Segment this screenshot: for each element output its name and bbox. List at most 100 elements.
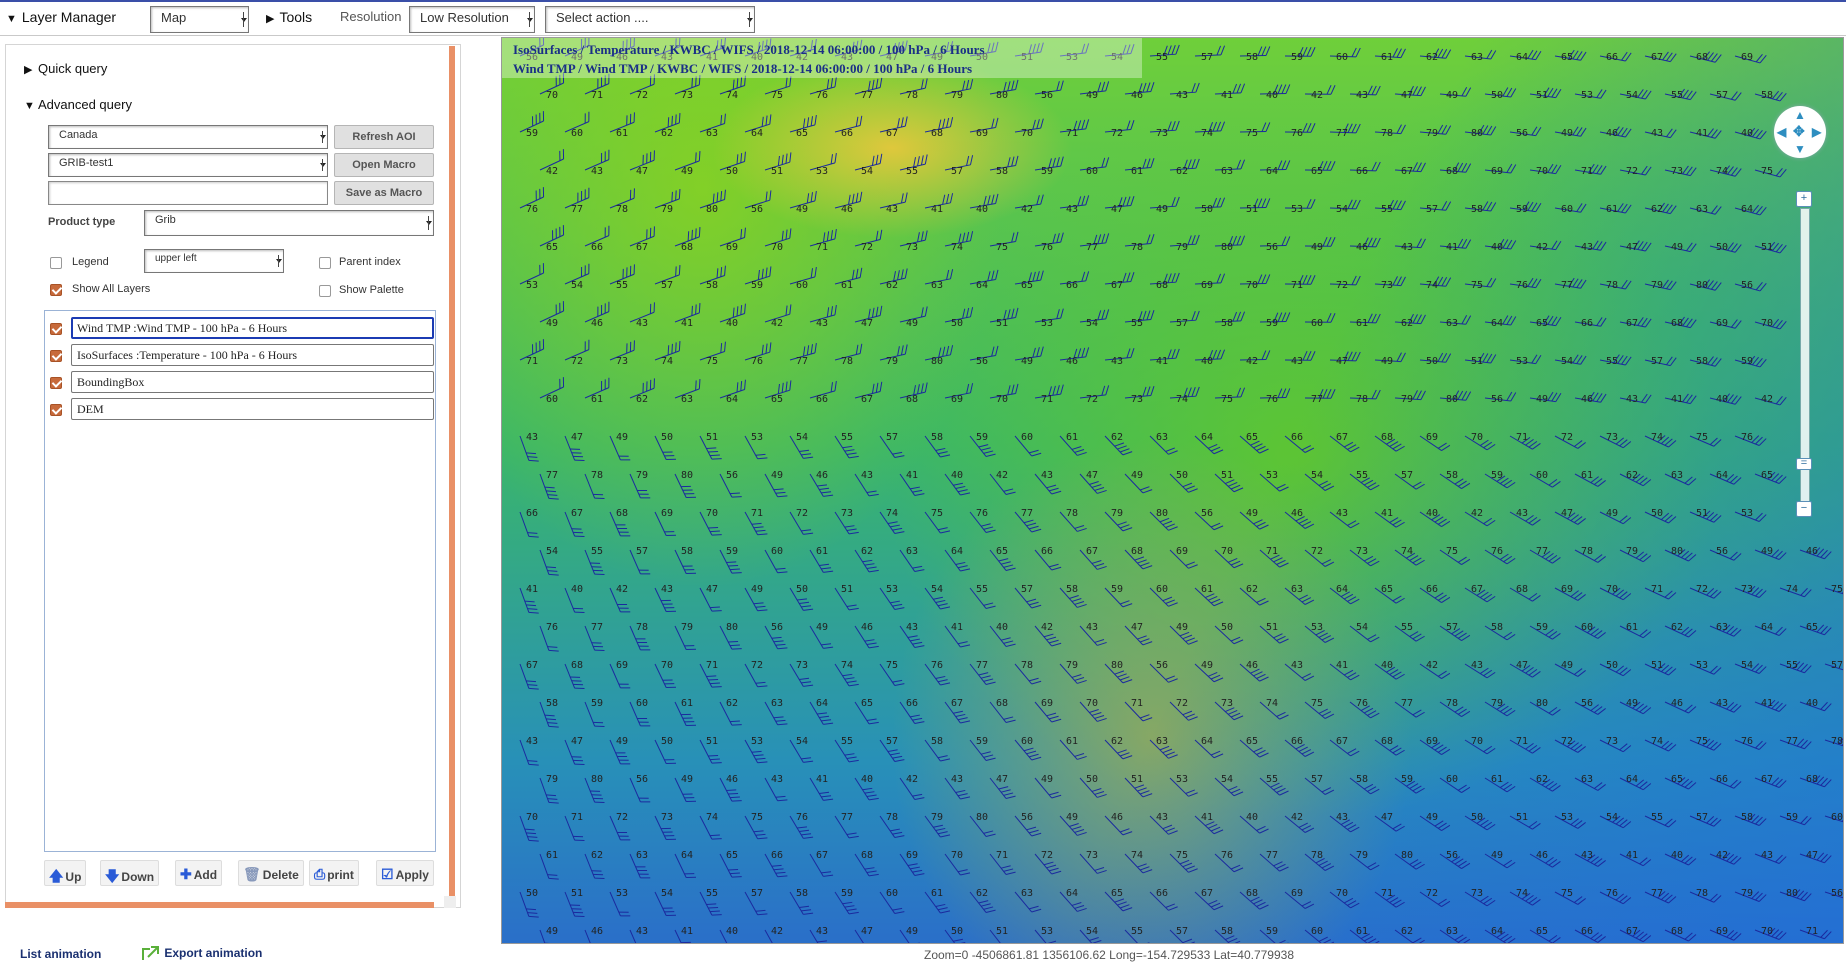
wind-speed-label: 61 <box>1581 470 1593 481</box>
legend-position-value: upper left <box>155 253 197 264</box>
wind-speed-label: 49 <box>1561 128 1573 139</box>
wind-speed-label: 79 <box>636 470 648 481</box>
layer-item-dem[interactable]: DEM <box>71 398 434 420</box>
wind-speed-label: 53 <box>1516 356 1528 367</box>
pan-up-icon[interactable]: ▲ <box>1794 108 1806 122</box>
zoom-out-icon[interactable]: − <box>1796 501 1812 517</box>
delete-button[interactable]: 🗑 Delete <box>238 860 304 886</box>
wind-speed-label: 56 <box>1516 128 1528 139</box>
wind-speed-label: 43 <box>1581 850 1593 861</box>
triangle-right-icon: ▶ <box>24 64 33 76</box>
advanced-query-label: Advanced query <box>38 97 132 112</box>
show-palette-checkbox[interactable] <box>319 285 331 297</box>
layer-checkbox[interactable] <box>50 350 62 362</box>
legend-checkbox[interactable] <box>50 257 62 269</box>
wind-speed-label: 57 <box>1651 356 1663 367</box>
wind-speed-label: 74 <box>1266 698 1278 709</box>
wind-speed-label: 59 <box>976 736 988 747</box>
down-label: Down <box>121 870 155 884</box>
zoom-slider-handle[interactable]: = <box>1796 458 1812 470</box>
wind-speed-label: 64 <box>1516 52 1528 63</box>
wind-speed-label: 42 <box>1021 204 1033 215</box>
pan-down-icon[interactable]: ▼ <box>1794 142 1806 156</box>
refresh-aoi-button[interactable]: Refresh AOI <box>334 125 434 149</box>
product-type-select[interactable]: Grib <box>144 210 434 236</box>
wind-speed-label: 77 <box>1086 242 1098 253</box>
wind-speed-label: 64 <box>1266 166 1278 177</box>
wind-speed-label: 79 <box>1741 888 1753 899</box>
legend-position-select[interactable]: upper left <box>144 249 284 273</box>
wind-speed-label: 80 <box>681 470 693 481</box>
list-animation-link[interactable]: List animation <box>20 947 101 961</box>
wind-speed-label: 74 <box>1176 394 1188 405</box>
wind-speed-label: 78 <box>841 356 853 367</box>
wind-speed-label: 68 <box>1156 280 1168 291</box>
map-select[interactable]: Map <box>150 6 249 33</box>
wind-speed-label: 47 <box>1131 622 1143 633</box>
wind-speed-label: 75 <box>1831 584 1843 595</box>
wind-speed-label: 73 <box>1741 584 1753 595</box>
macro-select[interactable]: GRIB-test1 <box>48 153 328 177</box>
map-select-value: Map <box>161 10 187 25</box>
wind-speed-label: 76 <box>1491 546 1503 557</box>
layer-checkbox[interactable] <box>50 323 62 335</box>
add-button[interactable]: ✚ Add <box>175 860 223 886</box>
action-select[interactable]: Select action .... <box>545 6 755 33</box>
wind-speed-label: 72 <box>1086 394 1098 405</box>
resolution-select[interactable]: Low Resolution <box>409 6 535 33</box>
pan-icon: ✥ <box>1793 123 1805 139</box>
up-button[interactable]: 🡅 Up <box>44 860 87 886</box>
panel-vertical-scrollbar[interactable] <box>449 46 455 908</box>
pan-left-icon[interactable]: ◀ <box>1777 125 1786 139</box>
wind-speed-label: 74 <box>726 90 738 101</box>
advanced-query-toggle[interactable]: ▼ Advanced query <box>24 97 132 112</box>
wind-speed-label: 74 <box>951 242 963 253</box>
parent-index-checkbox[interactable] <box>319 257 331 269</box>
wind-speed-label: 61 <box>1356 926 1368 937</box>
wind-speed-label: 47 <box>996 774 1008 785</box>
wind-speed-label: 73 <box>1221 698 1233 709</box>
wind-speed-label: 70 <box>1761 926 1773 937</box>
open-macro-button[interactable]: Open Macro <box>334 153 434 177</box>
pan-right-icon[interactable]: ▶ <box>1812 125 1821 139</box>
wind-speed-label: 55 <box>1786 660 1798 671</box>
scrollbar-corner <box>444 896 456 908</box>
wind-barb-layer: 56 49 46 43 41 40 42 43 47 49 50 51 53 54 55 57 58 59 60 61… <box>519 38 1843 943</box>
layer-item-wind-tmp[interactable]: Wind TMP :Wind TMP - 100 hPa - 6 Hours <box>71 317 434 339</box>
layer-item-boundingbox[interactable]: BoundingBox <box>71 371 434 393</box>
wind-speed-label: 43 <box>526 736 538 747</box>
wind-speed-label: 58 <box>546 698 558 709</box>
pan-control[interactable]: ▲ ▼ ◀ ▶ ✥ <box>1774 106 1826 158</box>
layer-item-isosurfaces[interactable]: IsoSurfaces :Temperature - 100 hPa - 6 H… <box>71 344 434 366</box>
print-button[interactable]: ⎙ print <box>309 860 359 886</box>
layer-checkbox[interactable] <box>50 377 62 389</box>
apply-button[interactable]: ☑ Apply <box>376 860 434 886</box>
tools-toggle[interactable]: ▶ Tools <box>266 9 312 25</box>
map-view[interactable]: 56 49 46 43 41 40 42 43 47 49 50 51 53 54 55 57 58 59 60 61… <box>501 37 1844 944</box>
wind-speed-label: 66 <box>591 242 603 253</box>
wind-speed-label: 41 <box>1381 508 1393 519</box>
macro-name-field[interactable] <box>48 181 328 205</box>
wind-speed-label: 43 <box>1626 394 1638 405</box>
wind-speed-label: 69 <box>1741 52 1753 63</box>
wind-speed-label: 49 <box>1156 204 1168 215</box>
quick-query-toggle[interactable]: ▶ Quick query <box>24 61 107 76</box>
export-animation-link[interactable]: Export animation <box>139 943 262 965</box>
down-button[interactable]: 🡇 Down <box>100 860 160 886</box>
export-animation-label: Export animation <box>164 946 263 961</box>
wind-speed-label: 54 <box>1741 660 1753 671</box>
wind-speed-label: 60 <box>1311 318 1323 329</box>
panel-horizontal-scrollbar[interactable] <box>5 902 434 908</box>
region-select[interactable]: Canada <box>48 125 328 149</box>
wind-speed-label: 71 <box>706 660 718 671</box>
wind-speed-label: 55 <box>616 280 628 291</box>
wind-speed-label: 64 <box>1761 622 1773 633</box>
wind-speed-label: 79 <box>931 812 943 823</box>
wind-speed-label: 51 <box>1266 622 1278 633</box>
layer-checkbox[interactable] <box>50 404 62 416</box>
layer-manager-toggle[interactable]: ▼ Layer Manager <box>6 9 116 25</box>
save-as-macro-button[interactable]: Save as Macro <box>334 181 434 205</box>
wind-speed-label: 79 <box>661 204 673 215</box>
show-all-layers-checkbox[interactable] <box>50 284 62 296</box>
zoom-in-icon[interactable]: + <box>1796 191 1812 207</box>
